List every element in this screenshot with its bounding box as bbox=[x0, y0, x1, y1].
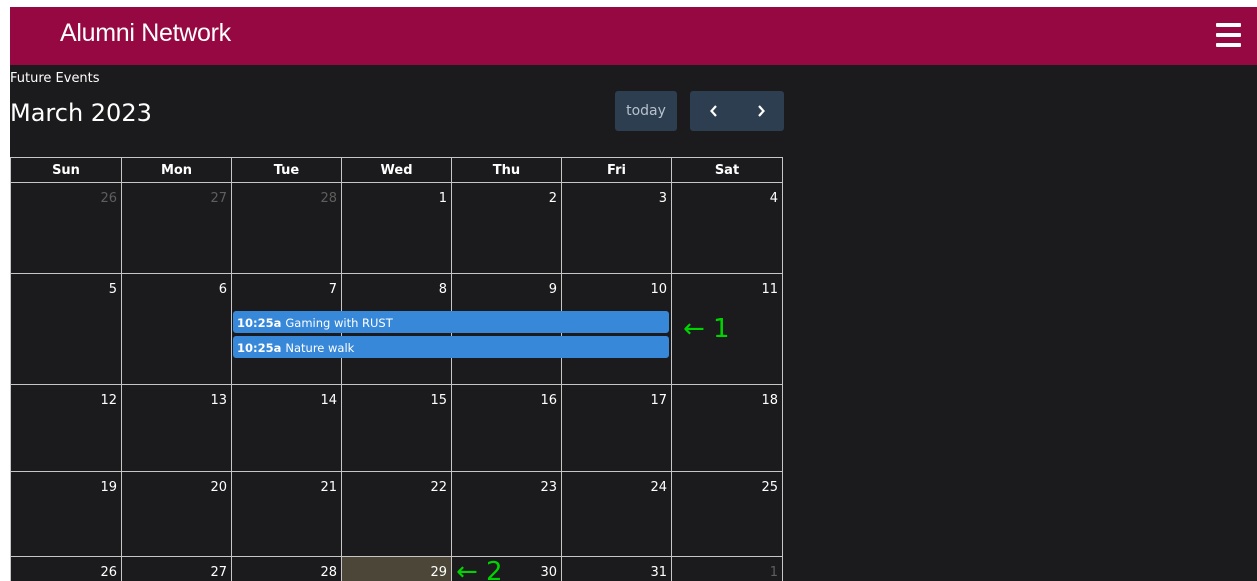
day-cell[interactable]: 27 bbox=[121, 557, 231, 581]
calendar-week-row: 26 27 28 1 2 3 4 bbox=[10, 182, 783, 273]
calendar-event[interactable]: 10:25a Gaming with RUST bbox=[233, 311, 669, 333]
day-number: 30 bbox=[540, 565, 557, 580]
day-number: 1 bbox=[438, 191, 447, 206]
calendar-month-title: March 2023 bbox=[10, 99, 152, 127]
day-cell[interactable]: 27 bbox=[121, 183, 231, 273]
day-cell[interactable]: 1 bbox=[671, 557, 783, 581]
day-cell[interactable]: 26 bbox=[10, 183, 121, 273]
day-cell[interactable]: 6 bbox=[121, 274, 231, 384]
day-number: 9 bbox=[548, 282, 557, 297]
calendar-week-row: 26 27 28 29 30 31 1 ← 2 bbox=[10, 556, 783, 581]
day-cell[interactable]: 18 bbox=[671, 385, 783, 471]
day-cell[interactable]: 28 bbox=[231, 557, 341, 581]
annotation-arrow-2: ← 2 bbox=[456, 557, 503, 581]
day-number: 20 bbox=[210, 480, 227, 495]
day-number: 27 bbox=[210, 191, 227, 206]
day-number: 28 bbox=[320, 191, 337, 206]
day-number: 3 bbox=[658, 191, 667, 206]
calendar-event[interactable]: 10:25a Nature walk bbox=[233, 336, 669, 358]
day-cell[interactable]: 26 bbox=[10, 557, 121, 581]
day-number: 13 bbox=[210, 393, 227, 408]
weekday-header: Sun bbox=[10, 158, 121, 183]
top-navbar: Alumni Network bbox=[10, 7, 1257, 65]
weekday-header: Mon bbox=[121, 158, 231, 183]
chevron-right-icon bbox=[757, 105, 765, 117]
day-number: 5 bbox=[108, 282, 117, 297]
day-number: 6 bbox=[218, 282, 227, 297]
calendar-week-row: 12 13 14 15 16 17 18 bbox=[10, 384, 783, 471]
day-number: 10 bbox=[650, 282, 667, 297]
day-number: 11 bbox=[761, 282, 778, 297]
day-number: 16 bbox=[540, 393, 557, 408]
day-number: 25 bbox=[761, 480, 778, 495]
weekday-header: Fri bbox=[561, 158, 671, 183]
today-button[interactable]: today bbox=[615, 91, 677, 131]
day-cell[interactable]: 21 bbox=[231, 472, 341, 556]
event-title: Nature walk bbox=[285, 341, 355, 355]
day-cell[interactable]: 31 bbox=[561, 557, 671, 581]
day-number: 14 bbox=[320, 393, 337, 408]
weekday-header: Sat bbox=[671, 158, 783, 183]
day-cell[interactable]: 28 bbox=[231, 183, 341, 273]
day-number: 22 bbox=[430, 480, 447, 495]
event-title: Gaming with RUST bbox=[285, 316, 393, 330]
day-number: 29 bbox=[430, 565, 447, 580]
app-window: Alumni Network Future Events March 2023 … bbox=[10, 7, 1257, 581]
day-cell[interactable]: 25 bbox=[671, 472, 783, 556]
day-cell[interactable]: 14 bbox=[231, 385, 341, 471]
day-cell[interactable]: 5 bbox=[10, 274, 121, 384]
day-number: 27 bbox=[210, 565, 227, 580]
page-subtitle: Future Events bbox=[10, 71, 100, 86]
hamburger-menu-icon[interactable] bbox=[1216, 23, 1241, 47]
day-cell[interactable]: 15 bbox=[341, 385, 451, 471]
month-nav-group bbox=[690, 91, 784, 131]
weekday-header: Wed bbox=[341, 158, 451, 183]
day-number: 28 bbox=[320, 565, 337, 580]
day-cell[interactable]: 3 bbox=[561, 183, 671, 273]
day-number: 18 bbox=[761, 393, 778, 408]
day-cell[interactable]: 22 bbox=[341, 472, 451, 556]
brand-title[interactable]: Alumni Network bbox=[60, 19, 231, 48]
day-number: 26 bbox=[100, 191, 117, 206]
today-day-cell[interactable]: 29 bbox=[341, 557, 451, 581]
day-cell[interactable]: 23 bbox=[451, 472, 561, 556]
day-cell[interactable]: 24 bbox=[561, 472, 671, 556]
weekday-header: Tue bbox=[231, 158, 341, 183]
chevron-left-icon bbox=[709, 105, 717, 117]
day-cell[interactable]: 4 bbox=[671, 183, 783, 273]
day-number: 15 bbox=[430, 393, 447, 408]
day-number: 24 bbox=[650, 480, 667, 495]
event-time: 10:25a bbox=[237, 341, 282, 355]
day-cell[interactable]: 20 bbox=[121, 472, 231, 556]
day-number: 21 bbox=[320, 480, 337, 495]
day-cell[interactable]: 12 bbox=[10, 385, 121, 471]
day-cell[interactable]: 16 bbox=[451, 385, 561, 471]
day-number: 2 bbox=[548, 191, 557, 206]
day-number: 4 bbox=[769, 191, 778, 206]
day-number: 1 bbox=[769, 565, 778, 580]
prev-month-button[interactable] bbox=[690, 91, 737, 131]
weekday-header-row: Sun Mon Tue Wed Thu Fri Sat bbox=[10, 157, 783, 183]
day-cell[interactable]: 17 bbox=[561, 385, 671, 471]
day-cell[interactable]: 13 bbox=[121, 385, 231, 471]
calendar-week-row: 19 20 21 22 23 24 25 bbox=[10, 471, 783, 556]
day-number: 26 bbox=[100, 565, 117, 580]
day-number: 7 bbox=[328, 282, 337, 297]
day-number: 8 bbox=[438, 282, 447, 297]
day-number: 19 bbox=[100, 480, 117, 495]
day-number: 23 bbox=[540, 480, 557, 495]
day-number: 31 bbox=[650, 565, 667, 580]
day-number: 12 bbox=[100, 393, 117, 408]
day-cell[interactable]: 2 bbox=[451, 183, 561, 273]
next-month-button[interactable] bbox=[737, 91, 784, 131]
calendar-week-row: 5 6 7 8 9 10 11 10:25a Gaming with RUST 1… bbox=[10, 273, 783, 384]
weekday-header: Thu bbox=[451, 158, 561, 183]
day-number: 17 bbox=[650, 393, 667, 408]
day-cell[interactable]: 19 bbox=[10, 472, 121, 556]
event-time: 10:25a bbox=[237, 316, 282, 330]
annotation-arrow-1: ← 1 bbox=[683, 314, 730, 344]
day-cell[interactable]: 1 bbox=[341, 183, 451, 273]
